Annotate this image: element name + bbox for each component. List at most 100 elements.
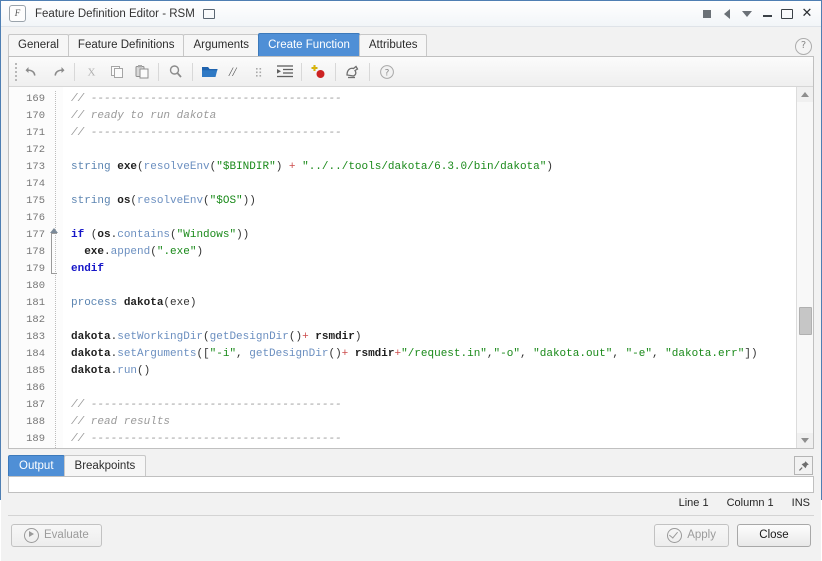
line-number-gutter: 169 170 171 172 173 174 175 176 177 178 179 180 181 1… xyxy=(9,87,49,448)
paste-icon[interactable] xyxy=(129,60,154,84)
code-line[interactable]: endif xyxy=(71,261,796,278)
undo-icon[interactable] xyxy=(20,60,45,84)
code-line[interactable]: exe.append(".exe") xyxy=(71,244,796,261)
restore-window-icon[interactable] xyxy=(202,8,215,19)
code-token: if xyxy=(71,229,85,241)
client-area: General Feature Definitions Arguments Cr… xyxy=(1,27,821,561)
code-token: , xyxy=(486,348,494,360)
toolbar-separator xyxy=(301,62,302,81)
minimize-icon xyxy=(762,15,772,17)
code-token: , xyxy=(519,348,534,360)
code-line[interactable]: process dakota(exe) xyxy=(71,295,796,312)
stop-button[interactable] xyxy=(697,4,717,24)
apply-button[interactable]: Apply xyxy=(654,523,729,547)
code-line[interactable]: string os(resolveEnv("$OS")) xyxy=(71,193,796,210)
code-line[interactable] xyxy=(71,176,796,193)
status-column: Column 1 xyxy=(726,497,774,509)
pushpin-icon[interactable] xyxy=(794,456,813,475)
dock-tab-output[interactable]: Output xyxy=(8,455,65,476)
open-folder-icon[interactable] xyxy=(197,60,222,84)
copy-icon[interactable] xyxy=(104,60,129,84)
minimize-button[interactable] xyxy=(757,4,777,24)
code-token: exe xyxy=(117,161,138,173)
code-line[interactable]: if (os.contains("Windows")) xyxy=(71,227,796,244)
scroll-up-button[interactable] xyxy=(797,87,813,102)
run-icon[interactable] xyxy=(340,60,365,84)
code-line[interactable]: // -------------------------------------… xyxy=(71,397,796,414)
code-line[interactable]: dakota.setArguments(["-i", getDesignDir(… xyxy=(71,346,796,363)
code-token: , xyxy=(651,348,666,360)
code-token: () xyxy=(328,348,342,360)
scroll-down-button[interactable] xyxy=(797,433,813,448)
code-token: . xyxy=(104,246,111,258)
fold-bracket[interactable] xyxy=(51,233,60,274)
toolbar-grip[interactable] xyxy=(12,62,20,81)
find-icon[interactable] xyxy=(163,60,188,84)
tab-attributes[interactable]: Attributes xyxy=(358,34,428,56)
uncomment-icon[interactable] xyxy=(247,60,272,84)
code-line[interactable] xyxy=(71,210,796,227)
code-line[interactable]: // -------------------------------------… xyxy=(71,91,796,108)
comment-icon[interactable]: // xyxy=(222,60,247,84)
code-token: ) xyxy=(354,331,362,343)
line-number: 185 xyxy=(26,365,45,377)
code-token: // ready to run dakota xyxy=(71,110,217,122)
code-line[interactable]: // read results xyxy=(71,414,796,431)
code-line[interactable]: dakota.run() xyxy=(71,363,796,380)
dock-tab-breakpoints[interactable]: Breakpoints xyxy=(63,455,147,476)
code-token: + xyxy=(282,161,303,173)
tab-feature-definitions[interactable]: Feature Definitions xyxy=(67,34,185,56)
help-icon[interactable]: ? xyxy=(374,60,399,84)
code-line[interactable]: // ready to run dakota xyxy=(71,108,796,125)
title-bar: F Feature Definition Editor - RSM ✕ xyxy=(1,1,821,27)
code-editor-surface[interactable]: 169 170 171 172 173 174 175 176 177 178 179 180 181 1… xyxy=(9,87,796,448)
code-token: ( xyxy=(84,229,98,241)
add-breakpoint-icon[interactable] xyxy=(306,60,331,84)
code-token: (exe) xyxy=(163,297,197,309)
code-line[interactable]: // -------------------------------------… xyxy=(71,431,796,448)
evaluate-button[interactable]: Evaluate xyxy=(11,523,102,547)
code-token: resolveEnv xyxy=(143,161,210,173)
code-line[interactable] xyxy=(71,142,796,159)
check-circle-icon xyxy=(667,527,683,543)
window-title: Feature Definition Editor - RSM xyxy=(35,7,195,20)
code-line[interactable] xyxy=(71,312,796,329)
fold-collapse-marker[interactable] xyxy=(50,228,58,233)
redo-icon[interactable] xyxy=(45,60,70,84)
output-content[interactable] xyxy=(8,476,814,493)
code-line[interactable]: dakota.setWorkingDir(getDesignDir()+ rsm… xyxy=(71,329,796,346)
maximize-button[interactable] xyxy=(777,4,797,24)
line-number: 179 xyxy=(26,263,45,275)
code-token: dakota xyxy=(71,348,111,360)
help-icon[interactable]: ? xyxy=(795,38,812,55)
close-button[interactable]: ✕ xyxy=(797,4,817,24)
close-icon: ✕ xyxy=(801,6,813,21)
tab-arguments[interactable]: Arguments xyxy=(183,34,260,56)
scroll-track[interactable] xyxy=(797,102,813,433)
code-folding-gutter[interactable] xyxy=(49,87,63,448)
code-token: )) xyxy=(236,229,250,241)
code-editor[interactable]: 169 170 171 172 173 174 175 176 177 178 179 180 181 1… xyxy=(9,87,813,448)
code-token: string xyxy=(71,195,118,207)
code-line[interactable]: string exe(resolveEnv("$BINDIR") + "../.… xyxy=(71,159,796,176)
tab-general[interactable]: General xyxy=(8,34,69,56)
code-token: , xyxy=(612,348,626,360)
dialog-footer: Evaluate Apply Close xyxy=(8,516,814,554)
scroll-thumb[interactable] xyxy=(799,307,812,336)
code-line[interactable] xyxy=(71,380,796,397)
line-number: 176 xyxy=(26,212,45,224)
feature-definition-editor-window: F Feature Definition Editor - RSM ✕ Gene… xyxy=(0,0,822,561)
close-dialog-button[interactable]: Close xyxy=(737,523,811,547)
tab-create-function[interactable]: Create Function xyxy=(258,33,360,56)
code-token: endif xyxy=(71,263,105,275)
previous-button[interactable] xyxy=(717,4,737,24)
dropdown-button[interactable] xyxy=(737,4,757,24)
cut-icon[interactable]: X xyxy=(79,60,104,84)
indent-icon[interactable] xyxy=(272,60,297,84)
code-line[interactable] xyxy=(71,278,796,295)
create-function-panel: X // ? 169 170 171 172 173 174 175 176 1… xyxy=(8,56,814,449)
code-line[interactable]: // -------------------------------------… xyxy=(71,125,796,142)
editor-vertical-scrollbar[interactable] xyxy=(796,87,813,448)
line-number: 178 xyxy=(26,246,45,258)
code-text[interactable]: // -------------------------------------… xyxy=(63,87,796,448)
